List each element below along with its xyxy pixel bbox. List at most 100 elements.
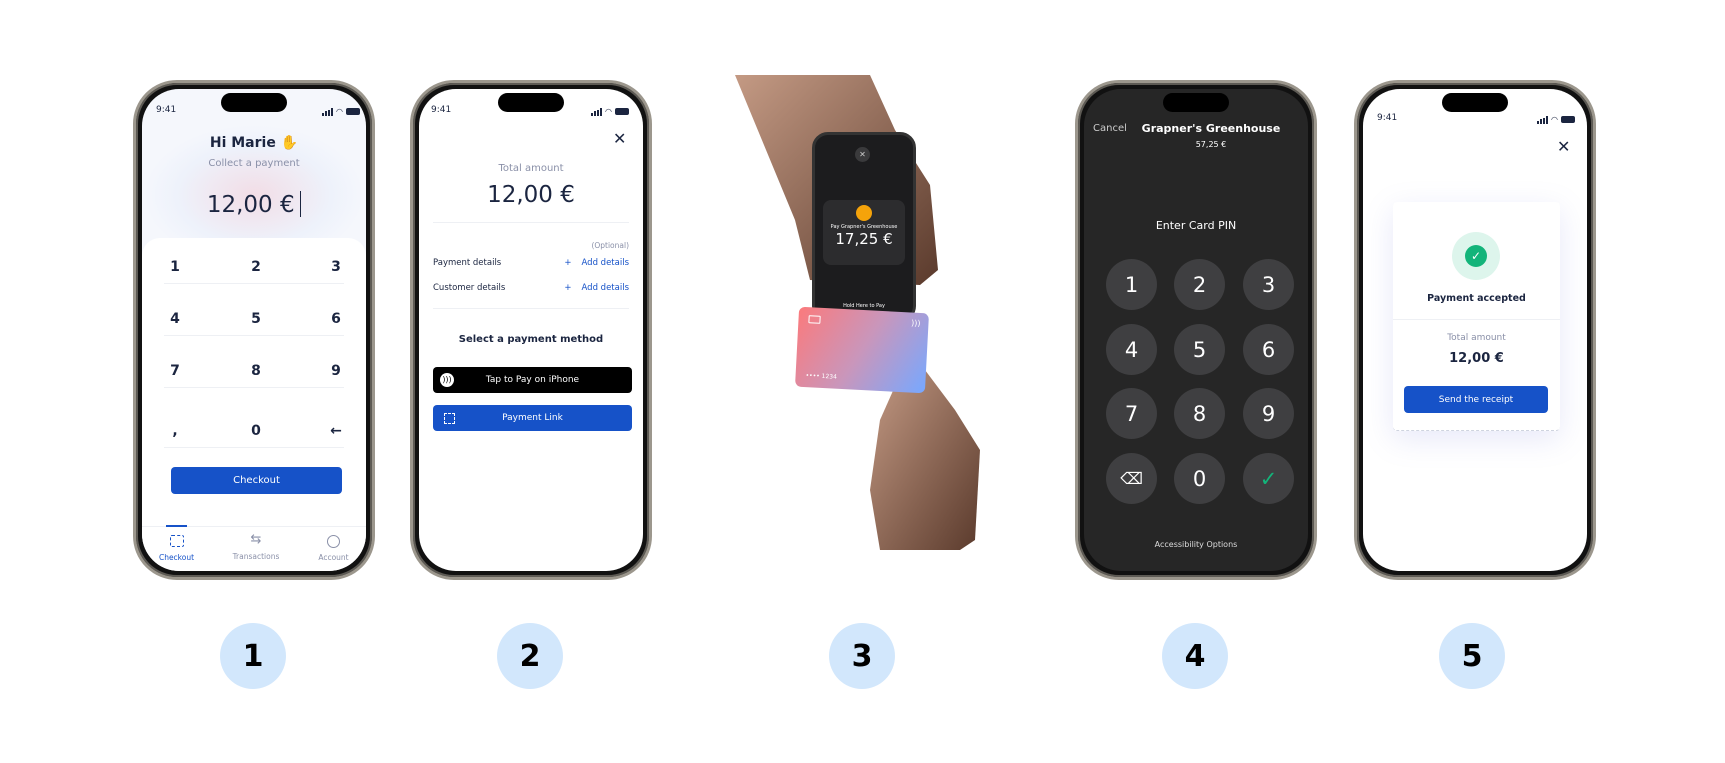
pin-key[interactable]: 7 — [1106, 388, 1157, 439]
battery-icon — [1560, 116, 1575, 123]
tab-transactions[interactable]: ⇆ Transactions — [221, 532, 291, 561]
tap-to-pay-button[interactable]: ))) Tap to Pay on iPhone — [433, 367, 632, 393]
keypad-key[interactable]: 6 — [316, 311, 356, 327]
keypad-key[interactable]: 4 — [155, 311, 195, 327]
keypad-key[interactable]: 1 — [155, 259, 195, 275]
accessibility-options[interactable]: Accessibility Options — [1078, 540, 1314, 549]
tab-label: Account — [318, 553, 349, 562]
divider — [433, 222, 629, 223]
text-cursor — [299, 191, 302, 217]
pin-prompt: Enter Card PIN — [1155, 219, 1237, 232]
checkout-button[interactable]: Checkout — [171, 467, 342, 494]
card-scan-icon — [169, 535, 184, 547]
wifi-icon: ◠ — [1551, 115, 1558, 124]
phone-checkout-screen: 9:41 ◠ Hi Marie ✋ Collect a payment 12,0… — [133, 80, 375, 580]
close-icon[interactable]: ✕ — [1557, 137, 1570, 156]
delete-key[interactable]: ⌫ — [1106, 453, 1157, 504]
battery-icon — [345, 108, 360, 115]
detail-row-label: Customer details — [433, 283, 506, 293]
contactless-icon: ))) — [440, 373, 454, 387]
dynamic-island — [1442, 93, 1508, 112]
status-time: 9:41 — [431, 105, 452, 115]
step-badge-5: 5 — [1439, 623, 1505, 689]
keypad-panel — [142, 238, 366, 571]
active-tab-indicator — [166, 525, 187, 527]
pin-key[interactable]: 8 — [1174, 388, 1225, 439]
keypad-key[interactable]: 3 — [316, 259, 356, 275]
amount-input[interactable]: 12,00 € — [136, 191, 372, 218]
method-title: Select a payment method — [458, 334, 604, 345]
step-badge-4: 4 — [1162, 623, 1228, 689]
tab-label: Checkout — [158, 553, 195, 562]
payment-sheet: Pay Grapner's Greenhouse 17,25 € — [823, 200, 905, 265]
pin-key[interactable]: 9 — [1243, 388, 1294, 439]
divider — [164, 283, 344, 284]
success-icon: ✓ — [1452, 232, 1500, 280]
button-label: Tap to Pay on iPhone — [485, 375, 580, 385]
tab-account[interactable]: Account — [306, 535, 361, 562]
phone-payment-method-screen: 9:41 ◠ ✕ Total amount 12,00 € (Optional)… — [410, 80, 652, 580]
pin-key[interactable]: 0 — [1174, 453, 1225, 504]
close-icon[interactable]: ✕ — [613, 129, 626, 148]
keypad-key[interactable]: 5 — [236, 311, 276, 327]
contactless-icon: ))) — [910, 318, 921, 329]
iphone: ✕ Pay Grapner's Greenhouse 17,25 € Hold … — [812, 132, 916, 322]
plus-icon: + — [564, 283, 572, 293]
pay-amount: 17,25 € — [835, 230, 893, 248]
divider — [164, 335, 344, 336]
wifi-icon: ◠ — [336, 107, 343, 116]
pin-key[interactable]: 5 — [1174, 324, 1225, 375]
total-label: Total amount — [498, 163, 564, 174]
add-details-label: Add details — [581, 283, 629, 293]
signal-icon — [591, 107, 602, 116]
backspace-key[interactable]: ← — [316, 423, 356, 439]
add-details-link[interactable]: + Add details — [564, 258, 629, 268]
arrows-exchange-icon: ⇆ — [250, 532, 262, 547]
tap-to-pay-illustration: ✕ Pay Grapner's Greenhouse 17,25 € Hold … — [730, 70, 1000, 570]
send-receipt-button[interactable]: Send the receipt — [1404, 386, 1548, 413]
button-label: Payment Link — [502, 413, 563, 423]
keypad-key[interactable]: 0 — [236, 423, 276, 439]
add-details-link[interactable]: + Add details — [564, 283, 629, 293]
phone-success-screen: 9:41 ◠ ✕ ✓ Payment accepted Total amount… — [1354, 80, 1596, 580]
keypad-key[interactable]: , — [155, 423, 195, 439]
plus-icon: + — [564, 258, 572, 268]
card-icon — [808, 315, 821, 324]
total-amount: 12,00 € — [1449, 351, 1504, 366]
divider — [164, 447, 344, 448]
detail-row-label: Payment details — [433, 258, 502, 268]
payment-link-button[interactable]: Payment Link — [433, 405, 632, 431]
add-details-label: Add details — [581, 258, 629, 268]
pin-key[interactable]: 2 — [1174, 259, 1225, 310]
phone-pin-screen: Cancel Grapner's Greenhouse 57,25 € Ente… — [1075, 80, 1317, 580]
receipt-card: ✓ Payment accepted Total amount 12,00 € … — [1393, 202, 1560, 431]
status-icons: ◠ — [322, 107, 360, 116]
lower-hand-shape — [870, 370, 980, 550]
step-badge-2: 2 — [497, 623, 563, 689]
qr-scan-icon — [444, 413, 455, 424]
total-amount: 12,00 € — [487, 182, 575, 208]
keypad-key[interactable]: 9 — [316, 363, 356, 379]
card-number: •••• 1234 — [805, 372, 838, 381]
step-badge-1: 1 — [220, 623, 286, 689]
total-label: Total amount — [1447, 333, 1506, 343]
subtitle: Collect a payment — [208, 158, 300, 169]
pin-key[interactable]: 3 — [1243, 259, 1294, 310]
pin-key[interactable]: 6 — [1243, 324, 1294, 375]
merchant-title: Grapner's Greenhouse — [1141, 122, 1281, 135]
confirm-key[interactable]: ✓ — [1243, 453, 1294, 504]
step-badge-3: 3 — [829, 623, 895, 689]
divider — [1393, 319, 1560, 320]
status-time: 9:41 — [1377, 113, 1398, 123]
tab-label: Transactions — [232, 552, 280, 561]
tab-checkout[interactable]: Checkout — [149, 535, 204, 562]
wifi-icon: ◠ — [605, 107, 612, 116]
pin-key[interactable]: 1 — [1106, 259, 1157, 310]
keypad-key[interactable]: 2 — [236, 259, 276, 275]
dynamic-island — [498, 93, 564, 112]
keypad-key[interactable]: 7 — [155, 363, 195, 379]
keypad-key[interactable]: 8 — [236, 363, 276, 379]
dynamic-island — [1163, 93, 1229, 112]
check-icon: ✓ — [1465, 245, 1487, 267]
pin-key[interactable]: 4 — [1106, 324, 1157, 375]
